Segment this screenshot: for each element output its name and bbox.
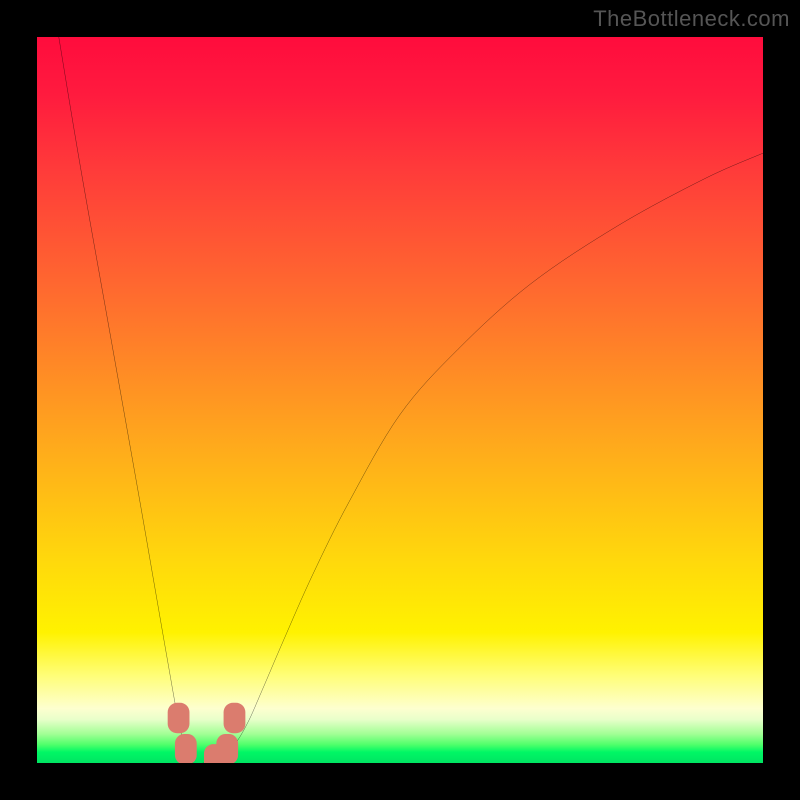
- curve-marker: [168, 703, 190, 733]
- curve-markers: [168, 703, 246, 763]
- watermark-text: TheBottleneck.com: [593, 6, 790, 32]
- bottleneck-curve: [59, 37, 763, 763]
- plot-area: [37, 37, 763, 763]
- curve-marker: [224, 703, 246, 733]
- curve-marker: [175, 734, 197, 763]
- curve-svg: [37, 37, 763, 763]
- chart-frame: TheBottleneck.com: [0, 0, 800, 800]
- curve-marker: [216, 734, 238, 763]
